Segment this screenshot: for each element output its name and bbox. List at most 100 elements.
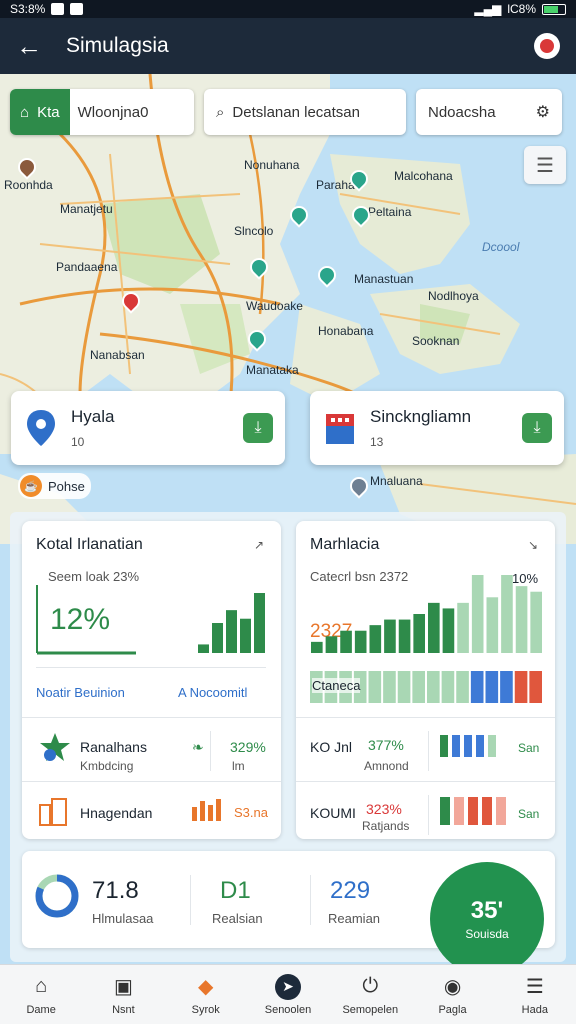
location-count: 13 [370, 435, 384, 449]
check-icon [70, 3, 84, 15]
footer-link-right[interactable]: A Nocoomitl [178, 685, 247, 700]
bar [325, 636, 338, 653]
fab-label: Souisda [465, 927, 509, 941]
score-fab-button[interactable]: 35' Souisda [430, 862, 544, 976]
nav-label: Dame [26, 1003, 56, 1016]
map-label: Nonuhana [244, 158, 300, 172]
strip-cell [427, 671, 440, 703]
app-bar: ← Simulagsia [0, 18, 576, 74]
location-icon: ◉ [443, 976, 462, 998]
row-unit: San [518, 807, 540, 821]
strip-cell [456, 671, 469, 703]
row-value: 377% [368, 737, 404, 753]
menu-icon: ☰ [525, 976, 544, 998]
nav-item-hada[interactable]: ☰ Hada [494, 965, 576, 1024]
navigate-icon: ⤓ [533, 419, 541, 436]
location-card[interactable]: Sinckngliamn 13 ⤓ [310, 391, 564, 465]
search-icon: ⌕ [216, 103, 225, 121]
row-value: S3.na [234, 805, 268, 820]
map-label: Dcoool [482, 240, 520, 254]
bar [369, 625, 382, 653]
location-chip-tag[interactable]: ⌂ Kta [10, 89, 70, 135]
status-time: S3:8% [10, 2, 46, 16]
row-name: Hnagendan [80, 805, 153, 821]
shield-pin-icon [23, 408, 59, 448]
poi-chip[interactable]: ☕ Pohse [18, 473, 91, 499]
navigate-button[interactable]: ⤓ [522, 413, 552, 443]
strip-cell [500, 671, 513, 703]
map-label: Pandaaena [56, 260, 118, 274]
panel-title: Kotal Irlanatian [36, 536, 143, 553]
left-bar-chart [36, 585, 265, 655]
briefcase-icon: ▣ [113, 976, 133, 998]
footer-link-left[interactable]: Noatir Beuinion [36, 685, 125, 700]
bar [384, 619, 396, 653]
nav-item-dame[interactable]: ⌂ Dame [0, 965, 82, 1024]
navigate-icon: ⤓ [254, 419, 262, 436]
bar [413, 614, 425, 653]
battery-text: lC8% [507, 2, 536, 16]
row-unit: lm [232, 759, 245, 773]
navigate-button[interactable]: ⤓ [243, 413, 273, 443]
nav-item-syrok[interactable]: ◆ Syrok [165, 965, 247, 1024]
location-chip[interactable]: ⌂ Kta Wloonjna0 [10, 89, 194, 135]
bar [340, 630, 352, 653]
bar [501, 575, 513, 653]
search-row: ⌂ Kta Wloonjna0 ⌕ Detslanan lecatsan Ndo… [10, 89, 562, 135]
location-name: Sinckngliamn [370, 407, 472, 426]
mini-orange-bars [192, 799, 221, 821]
coffee-icon: ☕ [20, 475, 42, 497]
filter-dropdown[interactable]: Ndoacsha ⚙ [416, 89, 562, 135]
gallery-icon [51, 3, 65, 15]
panel-title: Marhlacia [310, 536, 380, 553]
summary-value: D1 [220, 877, 251, 904]
nav-item-senoolen[interactable]: ➤ Senoolen [247, 965, 329, 1024]
compass-icon: ➤ [274, 973, 301, 1000]
map-label: Honabana [318, 324, 374, 338]
map-label: Peltaina [368, 205, 412, 219]
fab-value: 35' [470, 897, 504, 924]
pin-icon: ◆ [198, 976, 214, 998]
search-input[interactable]: ⌕ Detslanan lecatsan [204, 89, 406, 135]
chip-label: Kta [37, 103, 60, 121]
strip-cell [397, 671, 411, 703]
map-label: Manataka [246, 363, 299, 377]
bar [486, 597, 499, 653]
location-count: 10 [71, 435, 85, 449]
bar [240, 618, 251, 653]
row-value: 329% [230, 739, 266, 755]
nav-label: Semopelen [342, 1003, 399, 1016]
filter-text: Ndoacsha [428, 103, 496, 121]
bar [457, 602, 469, 653]
nav-item-pagla[interactable]: ◉ Pagla [411, 965, 493, 1024]
row-name: KO Jnl [310, 739, 353, 755]
row-value: 323% [366, 801, 402, 817]
map-label: Malcohana [394, 169, 453, 183]
right-stats-panel: Marhlacia ↘ Catecrl bsn 2372 10% 2327 Ct… [296, 521, 555, 839]
home-icon: ⌂ [35, 975, 48, 997]
menu-icon: ☰ [536, 154, 554, 177]
bar [254, 593, 265, 653]
nav-item-semopelen[interactable]: ⏻ Semopelen [329, 965, 411, 1024]
expand-arrow-icon[interactable]: ↗ [254, 538, 264, 552]
location-card[interactable]: Hyala 10 ⤓ [11, 391, 285, 465]
mini-red-bars [440, 797, 506, 825]
bar [198, 644, 209, 653]
strip-cell [383, 671, 396, 703]
expand-arrow-icon[interactable]: ↘ [528, 538, 538, 552]
strip-cell [470, 671, 484, 703]
profile-icon[interactable] [534, 33, 560, 59]
back-arrow-icon[interactable]: ← [16, 31, 46, 62]
bar [442, 608, 455, 653]
nav-label: Hada [521, 1003, 548, 1016]
map-label: Nanabsan [90, 348, 145, 362]
summary-value: 229 [330, 877, 371, 904]
strip-cell [412, 671, 425, 703]
nav-item-nsnt[interactable]: ▣ Nsnt [82, 965, 164, 1024]
map-label: Manatjetu [60, 202, 113, 216]
summary-label: Reamian [328, 911, 381, 926]
layers-menu-button[interactable]: ☰ [524, 146, 566, 184]
battery-icon [542, 3, 566, 15]
strip-cell [514, 671, 528, 703]
bar [530, 591, 542, 653]
